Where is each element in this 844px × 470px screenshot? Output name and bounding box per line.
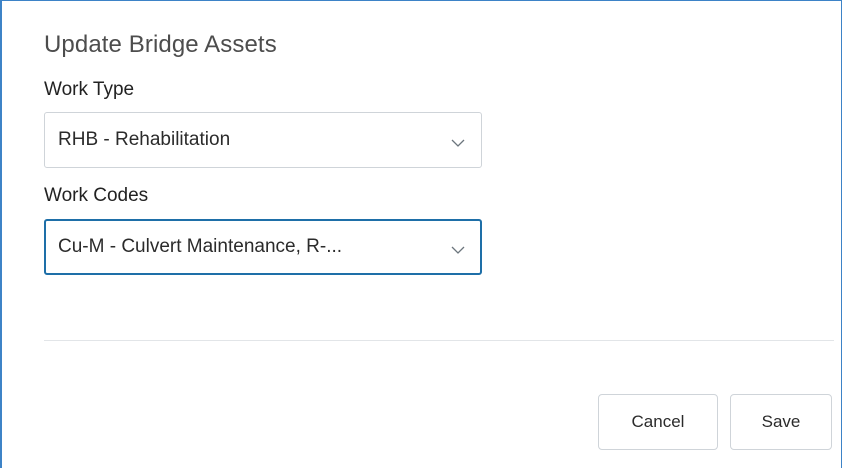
chevron-down-icon: [451, 135, 465, 147]
update-bridge-assets-dialog: Update Bridge Assets Work Type RHB - Reh…: [0, 0, 842, 468]
work-codes-select[interactable]: Cu-M - Culvert Maintenance, R-...: [44, 219, 482, 275]
work-type-selected-value: RHB - Rehabilitation: [58, 129, 231, 150]
cancel-button[interactable]: Cancel: [598, 394, 718, 450]
work-type-select[interactable]: RHB - Rehabilitation: [44, 112, 482, 168]
footer-divider: [44, 340, 834, 341]
work-codes-selected-value: Cu-M - Culvert Maintenance, R-...: [58, 236, 343, 257]
work-type-label: Work Type: [44, 79, 135, 100]
work-codes-label: Work Codes: [44, 185, 149, 206]
dialog-title: Update Bridge Assets: [44, 31, 277, 58]
chevron-down-icon: [451, 242, 465, 254]
save-button[interactable]: Save: [730, 394, 832, 450]
